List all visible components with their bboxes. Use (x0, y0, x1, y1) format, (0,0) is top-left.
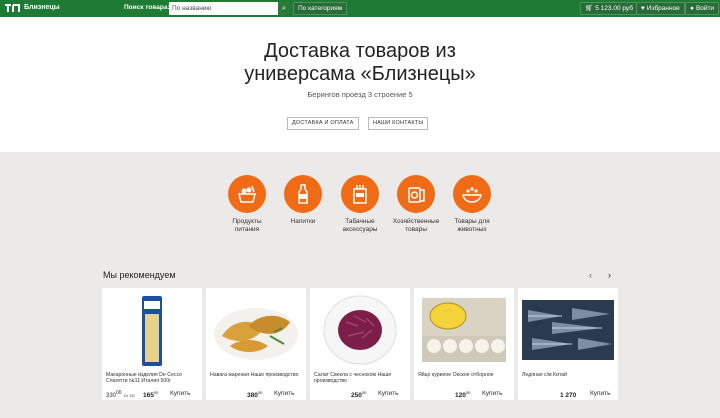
cart-button[interactable]: 🛒︎ 5 123.00 руб (580, 2, 638, 15)
heart-icon: ♥ (641, 5, 645, 12)
product-card[interactable]: Салат Свекла с чесноком Наше производств… (310, 288, 410, 400)
hero-title: Доставка товаров из универсама «Близнецы… (0, 40, 720, 86)
category-search-button[interactable]: По категориям (293, 2, 348, 15)
product-price: 38000 (247, 390, 263, 400)
product-price: 25000 (351, 390, 367, 400)
login-icon: ● (690, 5, 694, 12)
store-address: Берингов проезд 3 строение 5 (307, 90, 413, 99)
brand-logo-icon[interactable] (3, 2, 21, 15)
contacts-button[interactable]: НАШИ КОНТАКТЫ (368, 117, 429, 130)
category-drinks[interactable]: Напитки (273, 175, 333, 226)
category-pets[interactable]: Товары для животных (442, 175, 502, 233)
login-label: Войти (695, 5, 715, 12)
product-name[interactable]: Навага жареная Наше производство (210, 372, 306, 378)
category-label: Товары для животных (454, 218, 490, 233)
buy-button[interactable]: Купить (274, 390, 295, 397)
category-label: Продукты питания (232, 218, 262, 233)
beet-salad-image (323, 295, 397, 365)
search-input[interactable]: По названию (172, 5, 211, 12)
buy-button[interactable]: Купить (170, 390, 191, 397)
brand-name[interactable]: Близнецы (24, 4, 60, 11)
food-basket-icon (228, 175, 266, 213)
product-card[interactable]: Макаронные изделия De Cecco Спагетти №11… (102, 288, 202, 400)
buy-button[interactable]: Купить (378, 390, 399, 397)
category-food[interactable]: Продукты питания (217, 175, 277, 233)
hero-title-line2: универсама «Близнецы» (244, 63, 476, 85)
category-household[interactable]: Хозяйственные товары (386, 175, 446, 233)
product-unit-price: 33000 за 1кг (106, 390, 136, 399)
product-card[interactable]: Ледяная с/м Китай 1 270 Купить (518, 288, 618, 400)
pet-bowl-icon (453, 175, 491, 213)
category-tobacco[interactable]: Табачные аксессуары (330, 175, 390, 233)
hero-section: Доставка товаров из универсама «Близнецы… (0, 17, 720, 152)
hero-title-line1: Доставка товаров из (264, 40, 456, 62)
category-label: Хозяйственные товары (392, 218, 440, 233)
search-box[interactable]: По названию ⌕ (169, 2, 290, 15)
product-card[interactable]: Навага жареная Наше производство 38000 К… (206, 288, 306, 400)
search-label: Поиск товара: (124, 4, 170, 11)
cart-amount: 5 123.00 руб (595, 5, 633, 12)
delivery-button[interactable]: ДОСТАВКА И ОПЛАТА (287, 117, 359, 130)
product-price: 12000 (455, 390, 471, 400)
pasta-package-image (142, 296, 162, 366)
buy-button[interactable]: Купить (482, 390, 503, 397)
frozen-fish-image (522, 300, 614, 360)
cart-icon: 🛒︎ (585, 5, 594, 12)
product-name[interactable]: Ледяная с/м Китай (522, 372, 618, 378)
product-name[interactable]: Салат Свекла с чесноком Наше производств… (314, 372, 410, 384)
category-label: Табачные аксессуары (342, 218, 378, 233)
product-card[interactable]: Яйцо куриное Окское отборное 12000 Купит… (414, 288, 514, 400)
buy-button[interactable]: Купить (590, 390, 611, 397)
favorites-button[interactable]: ♥ Избранное (636, 2, 685, 15)
paper-roll-icon (397, 175, 435, 213)
product-price: 1 270 (560, 392, 577, 400)
egg-carton-image (422, 298, 506, 362)
login-button[interactable]: ● Войти (685, 2, 720, 15)
product-price: 16500 (143, 390, 159, 400)
bottle-icon (284, 175, 322, 213)
fried-fish-image (214, 308, 298, 360)
category-list: Продукты питания Напитки Табачные аксессуа… (0, 175, 720, 245)
product-name[interactable]: Макаронные изделия De Cecco Спагетти №11… (106, 372, 202, 384)
recommend-title: Мы рекомендуем (103, 270, 176, 280)
product-name[interactable]: Яйцо куриное Окское отборное (418, 372, 514, 378)
carousel-next-icon[interactable]: › (608, 270, 611, 280)
category-label: Напитки (290, 218, 316, 225)
top-navbar: Близнецы Поиск товара: По названию ⌕ По … (0, 0, 720, 17)
cigarettes-icon (341, 175, 379, 213)
favorites-label: Избранное (646, 5, 680, 12)
search-icon[interactable]: ⌕ (278, 2, 290, 15)
carousel-prev-icon[interactable]: ‹ (589, 270, 592, 280)
